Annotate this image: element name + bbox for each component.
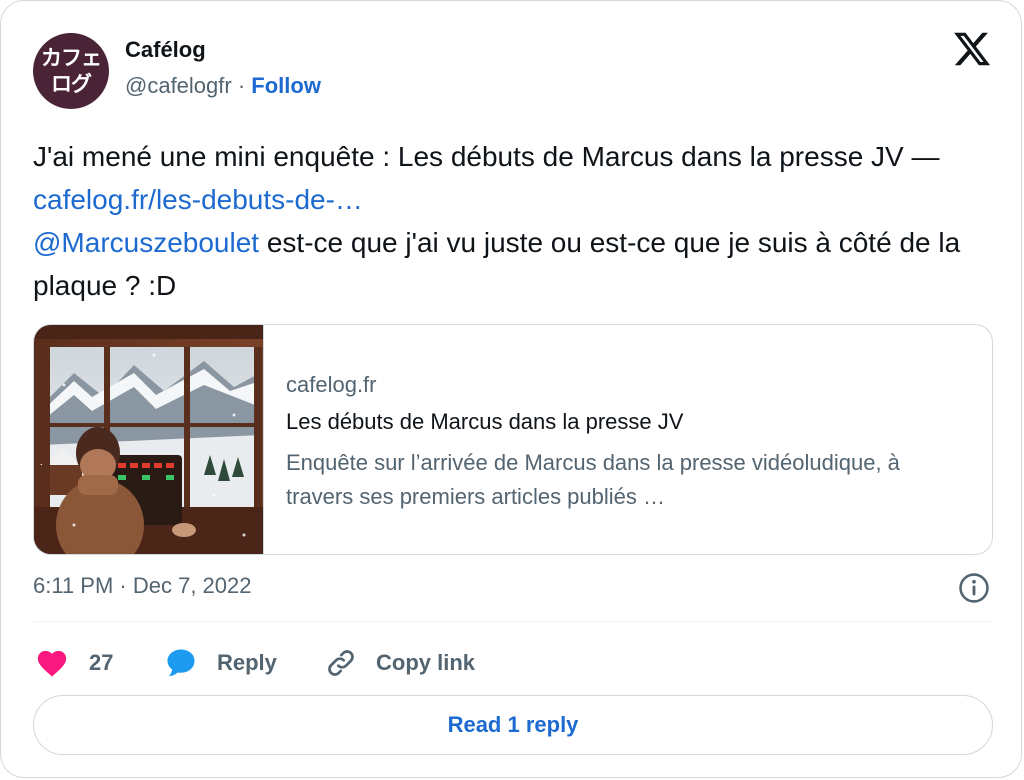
tweet-timestamp[interactable]: 6:11 PM · Dec 7, 2022 (33, 573, 252, 599)
author-name[interactable]: Cafélog (125, 37, 206, 63)
link-preview-card[interactable]: cafelog.fr Les débuts de Marcus dans la … (33, 324, 993, 555)
avatar-text-top: カフェ (41, 45, 102, 70)
speech-bubble-icon (167, 649, 195, 677)
tweet-link[interactable]: cafelog.fr/les-debuts-de-… (33, 184, 363, 215)
copy-link-label: Copy link (376, 650, 476, 675)
follow-button[interactable]: Follow (251, 73, 321, 98)
tweet-text: J'ai mené une mini enquête : Les débuts … (33, 135, 983, 307)
author-handle[interactable]: @cafelogfr (125, 73, 232, 98)
link-icon (328, 650, 354, 676)
read-replies-button[interactable]: Read 1 reply (33, 695, 993, 755)
x-logo-icon[interactable] (952, 29, 992, 69)
mention-link[interactable]: @Marcuszeboulet (33, 227, 259, 258)
link-preview-description: Enquête sur l’arrivée de Marcus dans la … (286, 450, 900, 509)
avatar-text-bottom: ログ (51, 71, 92, 96)
divider (33, 621, 993, 622)
copy-link-button[interactable]: Copy link (323, 643, 475, 683)
heart-icon (37, 650, 67, 677)
separator-dot: · (237, 73, 246, 98)
link-preview-title: Les débuts de Marcus dans la presse JV (286, 409, 684, 434)
tweet-embed-card: カフェ ログ Cafélog @cafelogfr · Follow J'ai … (0, 0, 1022, 778)
preview-thumbnail-image (34, 325, 264, 554)
tweet-text-part1: J'ai mené une mini enquête : Les débuts … (33, 141, 940, 172)
avatar[interactable]: カフェ ログ (33, 33, 109, 109)
link-preview-domain: cafelog.fr (286, 372, 377, 397)
reply-label: Reply (217, 650, 277, 675)
reply-button[interactable]: Reply (163, 643, 277, 683)
like-count: 27 (89, 650, 114, 675)
author-handle-row: @cafelogfr · Follow (125, 73, 321, 99)
info-icon[interactable] (957, 571, 991, 605)
like-button[interactable]: 27 (35, 643, 113, 683)
action-bar: 27 Reply Copy link (33, 643, 993, 683)
